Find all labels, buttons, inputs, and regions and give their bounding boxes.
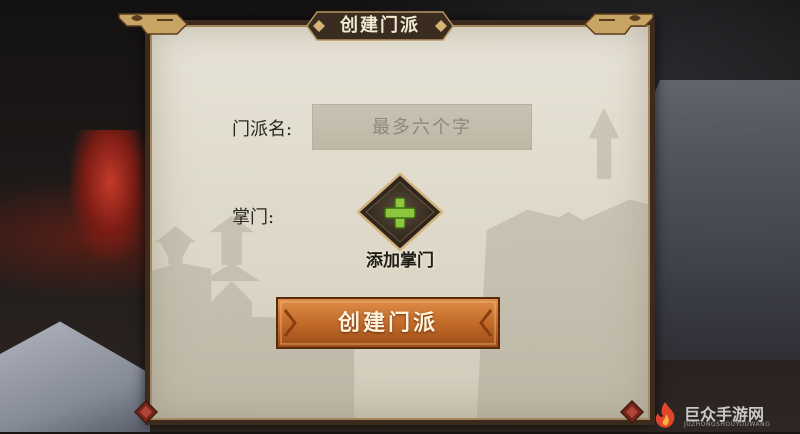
site-watermark: 巨众手游网 JUZHONGSHOUYOUWANG — [650, 400, 800, 432]
corner-ornament-bottom-right — [620, 400, 644, 424]
leader-label: 掌门: — [232, 207, 275, 228]
add-leader-button[interactable]: 添加掌门 — [350, 172, 450, 272]
create-sect-button-label: 创建门派 — [337, 310, 438, 336]
dialog-title: 创建门派 — [340, 15, 420, 36]
sect-name-label: 门派名: — [232, 119, 293, 140]
corner-ornament-top-left — [118, 13, 189, 35]
corner-ornament-bottom-left — [134, 400, 158, 424]
background-dragon — [70, 130, 150, 260]
add-leader-label: 添加掌门 — [366, 251, 434, 271]
corner-ornament-top-right — [583, 13, 654, 35]
create-sect-button[interactable]: 创建门派 — [275, 296, 501, 350]
dialog-title-plate: 创建门派 — [305, 10, 455, 42]
flame-logo-icon — [655, 402, 675, 428]
watermark-logo-subtext: JUZHONGSHOUYOUWANG — [684, 421, 771, 428]
sect-name-input[interactable] — [312, 104, 532, 150]
